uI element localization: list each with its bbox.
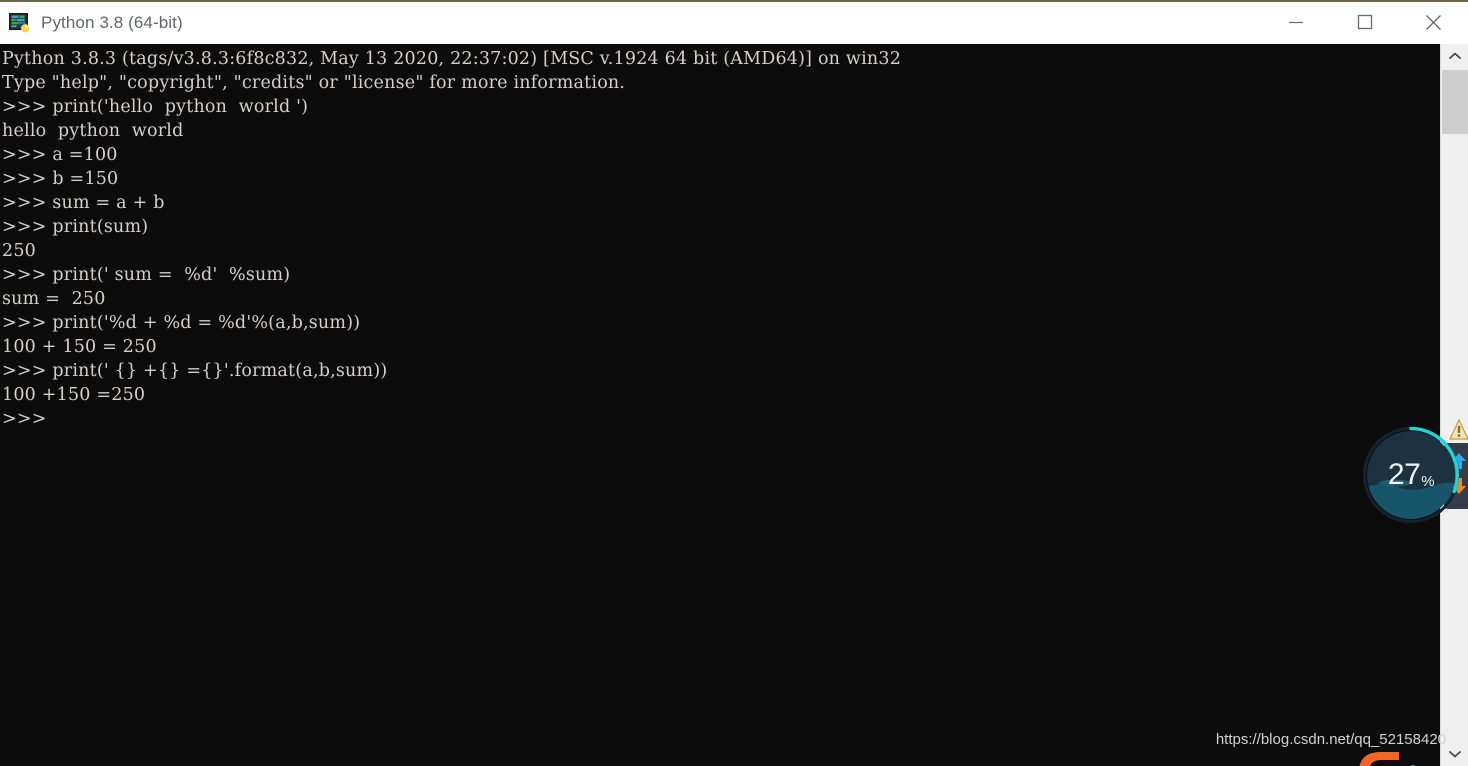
scrollbar-track[interactable] xyxy=(1441,68,1468,742)
progress-dial-widget[interactable]: 27% xyxy=(1361,425,1461,525)
progress-unit: % xyxy=(1421,472,1435,490)
title-bar[interactable]: Python 3.8 (64-bit) xyxy=(0,0,1468,44)
vertical-scrollbar[interactable] xyxy=(1440,44,1468,766)
progress-value: 27 xyxy=(1387,458,1421,491)
brand-logo-icon xyxy=(1355,742,1425,766)
window-controls xyxy=(1261,1,1468,45)
console-output-area[interactable]: Python 3.8.3 (tags/v3.8.3:6f8c832, May 1… xyxy=(0,44,1440,766)
python-console-icon xyxy=(9,13,31,33)
minimize-button[interactable] xyxy=(1261,1,1330,43)
console-text: Python 3.8.3 (tags/v3.8.3:6f8c832, May 1… xyxy=(2,49,902,429)
scroll-thumb[interactable] xyxy=(1442,70,1468,134)
scroll-up-arrow-icon[interactable] xyxy=(1441,44,1468,68)
close-button[interactable] xyxy=(1399,1,1468,43)
maximize-button[interactable] xyxy=(1330,1,1399,43)
python-console-window: Python 3.8 (64-bit) Python 3.8.3 (tags/v… xyxy=(0,0,1468,766)
progress-readout: 27% xyxy=(1361,425,1461,525)
window-title: Python 3.8 (64-bit) xyxy=(41,13,183,32)
